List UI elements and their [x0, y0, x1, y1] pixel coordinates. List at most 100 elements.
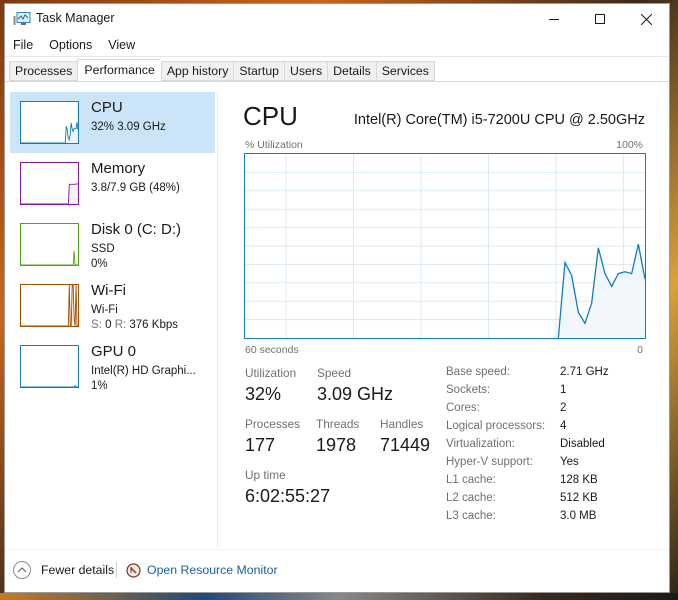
resource-monitor-icon — [126, 562, 141, 578]
sidebar-item-disk[interactable]: Disk 0 (C: D:) SSD 0% — [10, 214, 215, 275]
close-icon — [640, 13, 652, 25]
sidebar-item-gpu[interactable]: GPU 0 Intel(R) HD Graphi... 1% — [10, 336, 215, 397]
sidebar-item-usage: 1% — [91, 380, 108, 392]
footer-separator — [116, 562, 117, 578]
spec-label: Base speed: — [446, 366, 510, 378]
page-title: CPU — [243, 101, 298, 131]
sidebar-item-name: Wi-Fi — [91, 282, 126, 299]
sidebar-item-throughput: S: 0 R: 376 Kbps — [91, 319, 178, 331]
window-title: Task Manager — [36, 11, 115, 25]
maximize-button[interactable] — [577, 4, 623, 34]
footer-divider — [5, 549, 669, 550]
open-resource-monitor-link[interactable]: Open Resource Monitor — [126, 560, 278, 580]
sidebar-item-cpu[interactable]: CPU 32% 3.09 GHz — [10, 92, 215, 153]
sidebar-item-detail: SSD — [91, 243, 115, 255]
minimize-button[interactable] — [531, 4, 577, 34]
sparkline-fill — [21, 250, 78, 265]
sidebar-item-detail: 32% 3.09 GHz — [91, 121, 166, 133]
tab-app-history[interactable]: App history — [160, 61, 234, 81]
utilization-value: 32% — [245, 384, 282, 404]
tab-services[interactable]: Services — [375, 61, 435, 81]
sidebar-item-usage: 0% — [91, 258, 108, 270]
spec-label: L1 cache: — [446, 474, 496, 486]
sidebar-item-detail: 3.8/7.9 GB (48%) — [91, 182, 180, 194]
tab-bar: Processes Performance App history Startu… — [9, 59, 435, 82]
spec-label: L3 cache: — [446, 510, 496, 522]
handles-label: Handles — [380, 417, 424, 431]
spec-value: 128 KB — [560, 474, 598, 486]
tab-divider — [5, 81, 669, 82]
sparkline-line — [21, 122, 79, 144]
tab-startup[interactable]: Startup — [233, 61, 284, 81]
cpu-model-name: Intel(R) Core(TM) i5-7200U CPU @ 2.50GHz — [353, 112, 645, 128]
fewer-details-button[interactable]: Fewer details — [13, 560, 114, 580]
spec-value: 2 — [560, 402, 567, 414]
menu-options[interactable]: Options — [41, 36, 100, 56]
memory-sparkline — [20, 162, 79, 205]
sidebar-item-memory[interactable]: Memory 3.8/7.9 GB (48%) — [10, 153, 215, 214]
cpu-utilization-chart — [244, 153, 646, 339]
uptime-value: 6:02:55:27 — [245, 486, 331, 506]
tab-users[interactable]: Users — [284, 61, 328, 81]
sidebar-item-wifi[interactable]: Wi-Fi Wi-Fi S: 0 R: 376 Kbps — [10, 275, 215, 336]
sparkline-border — [20, 223, 79, 266]
gpu-sparkline — [20, 345, 79, 388]
spec-value: 2.71 GHz — [560, 366, 609, 378]
menu-view[interactable]: View — [100, 36, 143, 56]
handles-value: 71449 — [380, 435, 431, 455]
spec-label: Cores: — [446, 402, 480, 414]
sparkline-line — [21, 384, 79, 388]
wifi-sparkline — [20, 284, 79, 327]
chevron-up-icon — [13, 561, 31, 579]
speed-value: 3.09 GHz — [317, 384, 394, 404]
menu-file[interactable]: File — [5, 36, 41, 56]
tab-performance[interactable]: Performance — [77, 59, 161, 82]
spec-value: 4 — [560, 420, 567, 432]
chart-y-label: % Utilization — [245, 139, 303, 151]
menu-bar: File Options View — [5, 36, 143, 56]
minimize-icon — [549, 19, 559, 20]
task-manager-icon — [13, 12, 31, 25]
chart-x-end-label: 0 — [637, 344, 643, 356]
threads-value: 1978 — [316, 435, 357, 455]
sidebar-item-name: GPU 0 — [91, 343, 137, 360]
threads-label: Threads — [316, 417, 360, 431]
processes-value: 177 — [245, 435, 276, 455]
desktop-taskbar-edge — [0, 593, 678, 600]
disk-sparkline — [20, 223, 79, 266]
spec-value: 512 KB — [560, 492, 598, 504]
receive-value: 376 Kbps — [129, 319, 178, 331]
spec-value: Yes — [560, 456, 579, 468]
send-label: S: — [91, 319, 102, 331]
resource-sidebar: CPU 32% 3.09 GHz Memory 3.8/7.9 GB (48%)… — [10, 92, 215, 397]
utilization-label: Utilization — [245, 366, 297, 380]
spec-value: 1 — [560, 384, 567, 396]
menu-divider — [5, 56, 669, 57]
spec-label: Hyper-V support: — [446, 456, 533, 468]
tab-processes[interactable]: Processes — [9, 61, 78, 81]
spec-label: Logical processors: — [446, 420, 546, 432]
spec-label: Sockets: — [446, 384, 491, 396]
spec-value: Disabled — [560, 438, 605, 450]
spec-label: Virtualization: — [446, 438, 515, 450]
spec-value: 3.0 MB — [560, 510, 597, 522]
maximize-icon — [595, 14, 605, 24]
sidebar-item-name: Disk 0 (C: D:) — [91, 221, 181, 238]
sidebar-divider — [217, 92, 218, 547]
sidebar-item-detail: Intel(R) HD Graphi... — [91, 365, 196, 377]
spec-label: L2 cache: — [446, 492, 496, 504]
task-manager-window: Task Manager File Options View Processes… — [4, 3, 670, 593]
sidebar-item-detail: Wi-Fi — [91, 304, 118, 316]
sparkline-line — [21, 250, 78, 266]
fewer-details-label: Fewer details — [41, 563, 115, 577]
chart-y-max-label: 100% — [616, 139, 643, 151]
close-button[interactable] — [623, 4, 669, 34]
receive-label: R: — [114, 319, 127, 331]
open-resource-monitor-label: Open Resource Monitor — [147, 563, 278, 577]
uptime-label: Up time — [245, 468, 286, 482]
sidebar-item-name: CPU — [91, 99, 123, 116]
title-bar[interactable]: Task Manager — [5, 4, 669, 34]
chart-x-start-label: 60 seconds — [245, 344, 299, 356]
sidebar-item-name: Memory — [91, 160, 146, 177]
tab-details[interactable]: Details — [327, 61, 376, 81]
